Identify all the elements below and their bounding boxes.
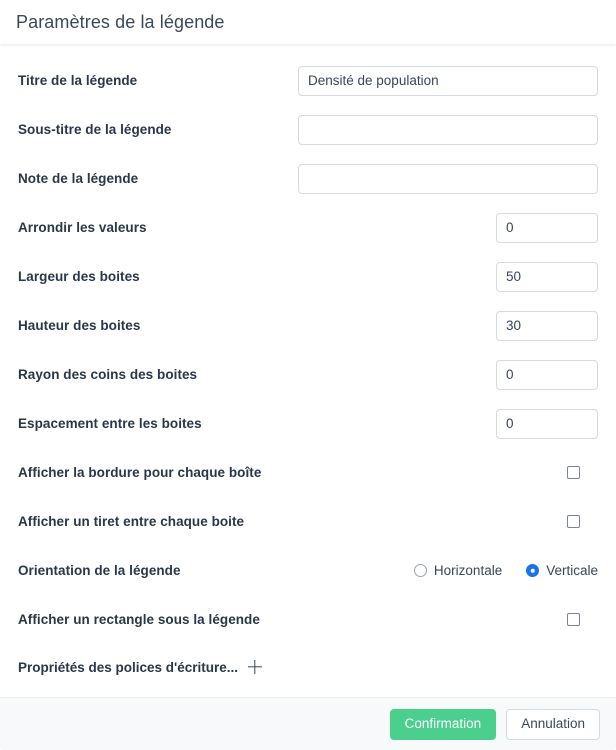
cancel-button[interactable]: Annulation: [506, 708, 600, 740]
plus-icon[interactable]: [248, 660, 262, 674]
radio-icon-horizontal: [413, 564, 427, 577]
row-font-properties[interactable]: Propriétés des polices d'écriture...: [18, 644, 598, 690]
legend-title-label: Titre de la légende: [18, 73, 138, 88]
legend-subtitle-input[interactable]: [298, 114, 598, 145]
orientation-option-horizontal[interactable]: Horizontale: [413, 563, 503, 578]
show-border-label: Afficher la bordure pour chaque boîte: [18, 465, 262, 480]
confirm-button[interactable]: Confirmation: [389, 708, 497, 740]
font-properties-label: Propriétés des polices d'écriture...: [18, 659, 239, 675]
round-values-input[interactable]: [496, 212, 598, 243]
box-width-input[interactable]: [496, 261, 598, 292]
box-corner-radius-input[interactable]: [496, 359, 598, 390]
row-legend-subtitle: Sous-titre de la légende: [18, 105, 598, 154]
show-rectangle-label: Afficher un rectangle sous la légende: [18, 612, 260, 627]
row-orientation: Orientation de la légende Horizontale Ve…: [18, 546, 598, 595]
dialog-header: Paramètres de la légende: [0, 0, 616, 44]
dialog-footer: Confirmation Annulation: [0, 697, 616, 750]
row-legend-note: Note de la légende: [18, 154, 598, 203]
row-box-width: Largeur des boites: [18, 252, 598, 301]
box-height-input[interactable]: [496, 310, 598, 341]
legend-note-input[interactable]: [298, 163, 598, 194]
row-legend-title: Titre de la légende: [18, 56, 598, 105]
row-box-spacing: Espacement entre les boites: [18, 399, 598, 448]
orientation-radio-group: Horizontale Verticale: [413, 563, 598, 578]
orientation-horizontal-label: Horizontale: [433, 563, 503, 578]
legend-note-label: Note de la légende: [18, 171, 139, 186]
legend-title-input[interactable]: [298, 65, 598, 96]
round-values-label: Arrondir les valeurs: [18, 220, 147, 235]
show-border-checkbox[interactable]: [567, 466, 580, 479]
show-dash-checkbox[interactable]: [567, 515, 580, 528]
row-show-dash: Afficher un tiret entre chaque boite: [18, 497, 598, 546]
dialog-body: Titre de la légende Sous-titre de la lég…: [0, 44, 616, 697]
box-spacing-label: Espacement entre les boites: [18, 416, 202, 431]
box-width-label: Largeur des boites: [18, 269, 140, 284]
box-height-label: Hauteur des boites: [18, 318, 141, 333]
orientation-label: Orientation de la légende: [18, 563, 181, 578]
show-dash-label: Afficher un tiret entre chaque boite: [18, 514, 245, 529]
box-corner-radius-label: Rayon des coins des boites: [18, 367, 198, 382]
legend-subtitle-label: Sous-titre de la légende: [18, 122, 172, 137]
radio-icon-vertical: [526, 564, 540, 577]
box-spacing-input[interactable]: [496, 408, 598, 439]
row-box-corner-radius: Rayon des coins des boites: [18, 350, 598, 399]
legend-settings-dialog: Paramètres de la légende Titre de la lég…: [0, 0, 616, 750]
row-show-rectangle: Afficher un rectangle sous la légende: [18, 595, 598, 644]
orientation-option-vertical[interactable]: Verticale: [526, 563, 598, 578]
row-show-border: Afficher la bordure pour chaque boîte: [18, 448, 598, 497]
dialog-title: Paramètres de la légende: [16, 12, 225, 32]
row-round-values: Arrondir les valeurs: [18, 203, 598, 252]
row-box-height: Hauteur des boites: [18, 301, 598, 350]
orientation-vertical-label: Verticale: [546, 563, 598, 578]
show-rectangle-checkbox[interactable]: [567, 613, 580, 626]
